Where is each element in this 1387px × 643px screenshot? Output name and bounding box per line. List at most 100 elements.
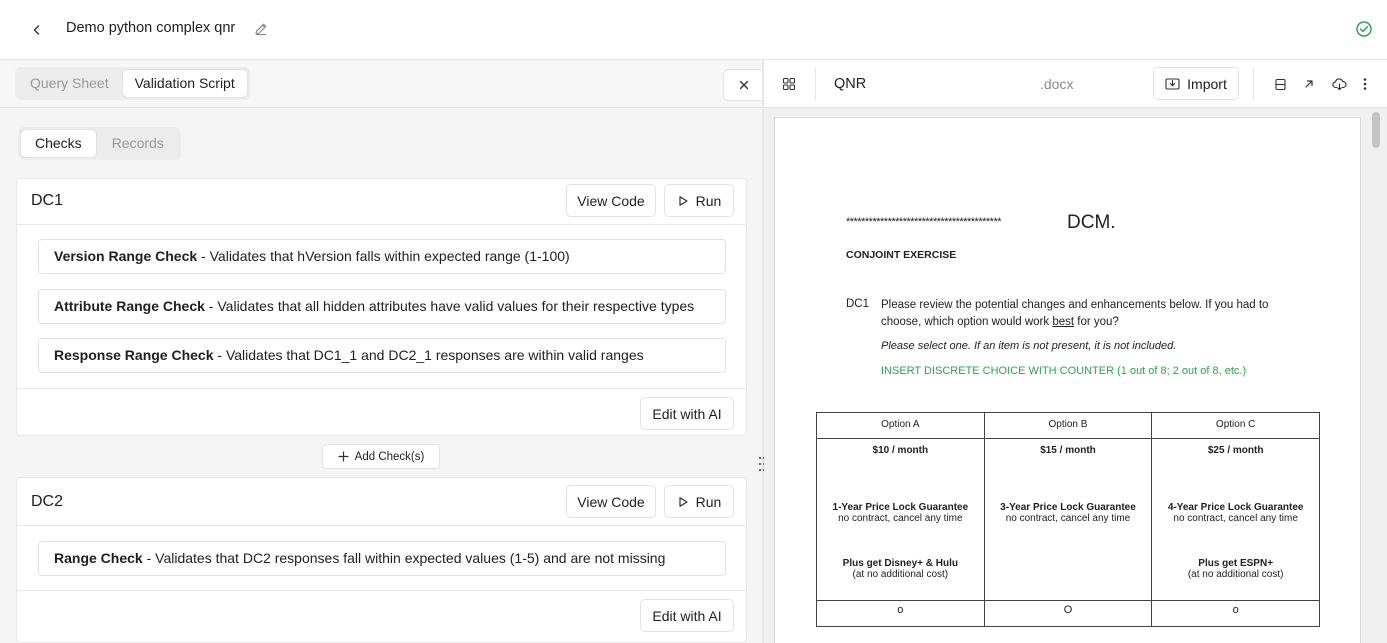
- view-code-button[interactable]: View Code: [566, 184, 656, 217]
- check-item[interactable]: Attribute Range Check - Validates that a…: [38, 289, 726, 324]
- doc-heading: DCM.: [1067, 212, 1116, 233]
- check-item[interactable]: Response Range Check - Validates that DC…: [38, 338, 726, 373]
- cloud-download-icon: [1331, 77, 1347, 90]
- option-radio: o: [1151, 600, 1320, 627]
- sub-tabs: Checks Records: [18, 127, 181, 160]
- doc-stars: ****************************************…: [846, 216, 1002, 228]
- button-label: Run: [695, 192, 722, 209]
- grid-icon: [782, 77, 796, 91]
- card-header: DC1 View Code Run: [17, 179, 746, 225]
- edit-with-ai-button[interactable]: Edit with AI: [640, 397, 734, 430]
- download-button[interactable]: [1329, 74, 1349, 94]
- card-footer: Edit with AI: [17, 590, 746, 642]
- check-name: Response Range Check: [54, 347, 214, 363]
- more-vertical-icon: [1363, 78, 1367, 90]
- tab-query-sheet[interactable]: Query Sheet: [18, 70, 121, 97]
- tab-validation-script[interactable]: Validation Script: [122, 70, 247, 97]
- arrow-up-right-icon: [1305, 80, 1313, 88]
- tab-records[interactable]: Records: [98, 130, 178, 157]
- option-terms: no contract, cancel any time: [1005, 513, 1131, 524]
- option-plus: Plus get ESPN+: [1198, 558, 1274, 569]
- pencil-icon: [255, 23, 267, 36]
- option-cell: $10 / month 1-Year Price Lock Guarantee …: [816, 438, 985, 601]
- run-button[interactable]: Run: [664, 485, 734, 518]
- option-price: $15 / month: [1040, 445, 1096, 456]
- button-label: Import: [1187, 75, 1227, 92]
- options-table: Option A Option B Option C $10 / month 1…: [816, 412, 1320, 627]
- option-cell: $25 / month 4-Year Price Lock Guarantee …: [1151, 438, 1320, 601]
- question-instruction: Please select one. If an item is not pre…: [881, 340, 1177, 352]
- view-code-button[interactable]: View Code: [566, 485, 656, 518]
- more-options-button[interactable]: [1355, 74, 1375, 94]
- document-page: ****************************************…: [774, 117, 1361, 643]
- document-name: QNR: [834, 76, 867, 92]
- open-external-button[interactable]: [1299, 74, 1319, 94]
- chevron-left-icon: [33, 25, 40, 35]
- option-lock: 3-Year Price Lock Guarantee: [1000, 502, 1136, 513]
- option-header: Option B: [983, 412, 1153, 439]
- card-footer: Edit with AI: [17, 388, 746, 436]
- programming-note: INSERT DISCRETE CHOICE WITH COUNTER (1 o…: [881, 365, 1247, 377]
- card-title: DC2: [31, 493, 64, 510]
- option-lock: 4-Year Price Lock Guarantee: [1167, 502, 1304, 513]
- import-button[interactable]: Import: [1153, 67, 1239, 100]
- add-checks-button[interactable]: Add Check(s): [322, 444, 440, 469]
- grid-view-button[interactable]: [778, 73, 800, 95]
- close-icon: [739, 80, 748, 90]
- back-button[interactable]: [24, 17, 50, 43]
- option-terms: no contract, cancel any time: [838, 513, 963, 524]
- close-pane-button[interactable]: [723, 69, 763, 101]
- question-emphasis: best: [1052, 316, 1075, 328]
- play-icon: [679, 195, 688, 206]
- check-name: Attribute Range Check: [54, 298, 205, 314]
- divider: [1253, 68, 1254, 100]
- edit-title-button[interactable]: [251, 19, 271, 39]
- page-layout-icon: [1274, 78, 1286, 90]
- question-text: Please review the potential changes and …: [881, 297, 1281, 331]
- check-name: Version Range Check: [54, 248, 198, 264]
- check-circle-icon: [1356, 21, 1372, 37]
- document-scrollbar[interactable]: [1372, 112, 1380, 148]
- play-icon: [679, 496, 688, 507]
- validation-pane: Query Sheet Validation Script Checks Rec…: [0, 60, 763, 643]
- fit-page-button[interactable]: [1270, 74, 1290, 94]
- page-title: Demo python complex qnr: [66, 20, 236, 36]
- tab-checks[interactable]: Checks: [21, 130, 96, 157]
- option-extra: (at no additional cost): [1187, 569, 1284, 580]
- check-description: Validates that all hidden attributes hav…: [217, 298, 695, 314]
- check-card-dc2: DC2 View Code Run Range Check - Validate…: [16, 477, 747, 643]
- check-description: Validates that hVersion falls within exp…: [209, 248, 570, 264]
- option-radio: o: [816, 600, 985, 627]
- button-label: View Code: [577, 493, 645, 510]
- button-label: Edit with AI: [652, 607, 722, 624]
- check-card-dc1: DC1 View Code Run Version Range Check - …: [16, 178, 747, 436]
- check-item[interactable]: Version Range Check - Validates that hVe…: [38, 239, 726, 274]
- left-pane-header: Query Sheet Validation Script: [0, 60, 763, 108]
- plus-icon: [338, 451, 349, 462]
- document-extension: .docx: [1040, 76, 1074, 92]
- left-tabs: Query Sheet Validation Script: [15, 67, 250, 100]
- question-number: DC1: [846, 298, 870, 310]
- option-cell: $15 / month 3-Year Price Lock Guarantee …: [983, 438, 1153, 601]
- check-item[interactable]: Range Check - Validates that DC2 respons…: [38, 541, 726, 576]
- option-extra: (at no additional cost): [852, 569, 949, 580]
- check-description: Validates that DC1_1 and DC2_1 responses…: [225, 347, 644, 363]
- button-label: Run: [695, 493, 722, 510]
- option-terms: no contract, cancel any time: [1173, 513, 1298, 524]
- button-label: View Code: [577, 192, 645, 209]
- top-bar: Demo python complex qnr: [0, 0, 1387, 60]
- option-header: Option A: [816, 412, 985, 439]
- run-button[interactable]: Run: [664, 184, 734, 217]
- card-title: DC1: [31, 192, 64, 209]
- doc-section-title: CONJOINT EXERCISE: [846, 249, 957, 261]
- check-description: Validates that DC2 responses fall within…: [155, 550, 666, 566]
- option-radio: O: [983, 600, 1153, 627]
- edit-with-ai-button[interactable]: Edit with AI: [640, 599, 734, 632]
- question-text-part: for you?: [1074, 316, 1119, 328]
- document-pane: QNR .docx Import ***********************…: [764, 60, 1387, 643]
- option-plus: Plus get Disney+ & Hulu: [842, 558, 958, 569]
- document-toolbar: QNR .docx Import: [764, 60, 1387, 108]
- import-icon: [1165, 78, 1180, 90]
- card-header: DC2 View Code Run: [17, 478, 746, 526]
- option-header: Option C: [1151, 412, 1320, 439]
